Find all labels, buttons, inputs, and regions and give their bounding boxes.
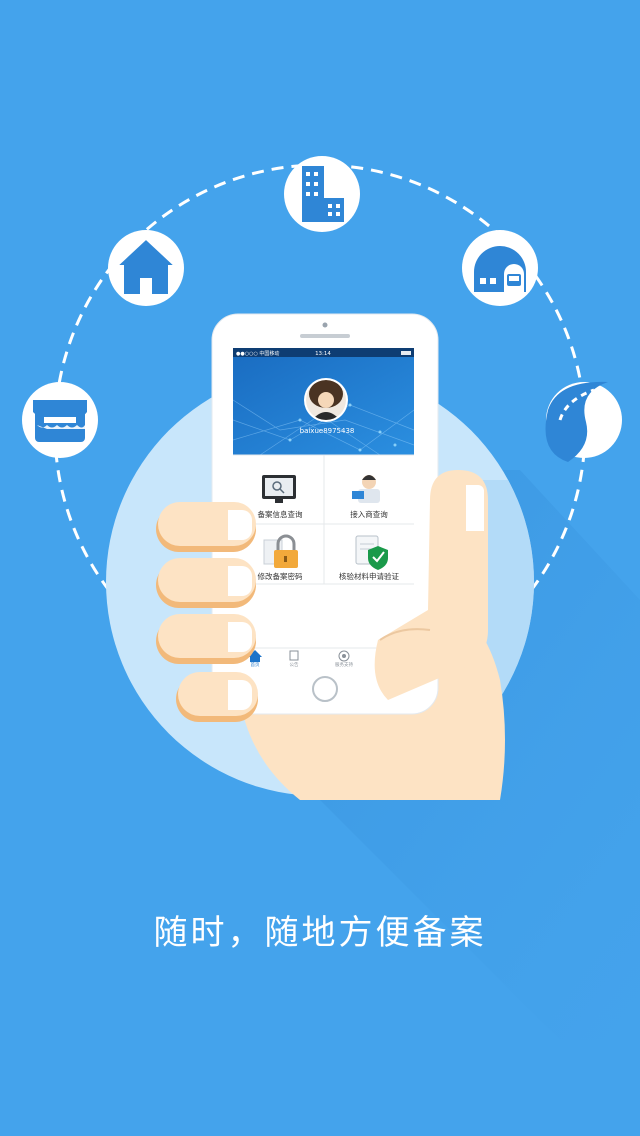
- status-carrier: ●●○○○ 中国移动: [236, 350, 279, 357]
- tab-home[interactable]: 首页: [251, 661, 260, 668]
- house-icon: [108, 230, 184, 306]
- padlock-icon: [263, 534, 298, 568]
- profile-username: baixue8975438: [300, 427, 355, 435]
- grid-item-label-provider-query[interactable]: 接入商查询: [350, 509, 388, 519]
- store-icon: [22, 382, 98, 458]
- grid-item-label-record-query[interactable]: 备案信息查询: [258, 509, 303, 519]
- grid-item-label-change-password[interactable]: 修改备案密码: [258, 571, 303, 581]
- grid-item-label-verify-materials[interactable]: 核验材料申请验证: [339, 571, 399, 581]
- tab-service[interactable]: 服务支持: [335, 661, 353, 668]
- splash-tagline: 随时，随地方便备案: [153, 913, 487, 953]
- phone-home-button[interactable]: [312, 676, 338, 702]
- status-time: 13:14: [315, 351, 331, 357]
- splash-illustration: ●●○○○ 中国移动 13:14 baixue8975438 备案信息查询 接入…: [22, 156, 640, 1040]
- train-station-icon: [462, 230, 538, 306]
- tab-announcement[interactable]: 公告: [290, 661, 299, 668]
- highway-icon: [545, 381, 622, 462]
- buildings-icon: [284, 156, 360, 232]
- monitor-search-icon: [262, 475, 296, 503]
